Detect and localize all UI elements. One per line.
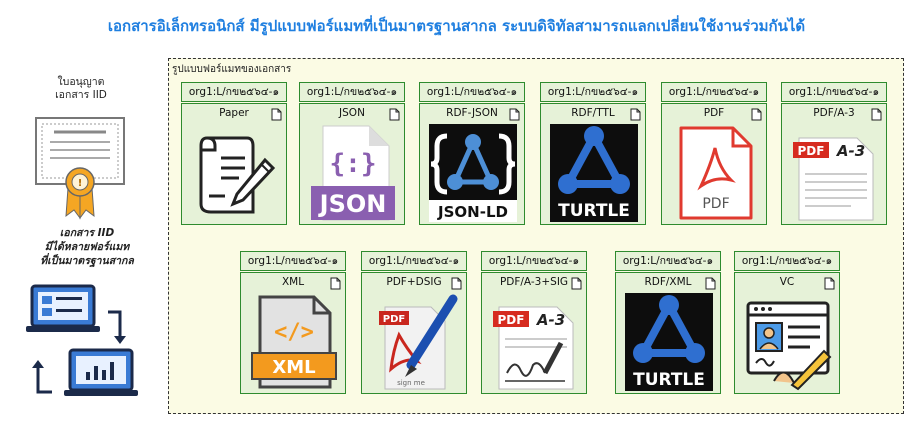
formats-caption-line2: มีได้หลายฟอร์แมท	[44, 241, 130, 253]
format-card: org1:L/กข๒๕๖๔-๑ PDF+DSIG PDF sign me	[361, 251, 467, 394]
document-id-tag: org1:L/กข๒๕๖๔-๑	[661, 82, 767, 102]
turtle-logo: TURTLE	[550, 124, 638, 222]
document-id-tag: org1:L/กข๒๕๖๔-๑	[615, 251, 721, 271]
certificate-icon: !	[35, 117, 125, 220]
format-card-body: RDF/TTL TURTLE	[540, 103, 646, 225]
svg-text:sign me: sign me	[397, 379, 425, 387]
logo-text: JSON-LD	[437, 203, 508, 221]
logo-text: TURTLE	[633, 370, 705, 390]
document-id-tag: org1:L/กข๒๕๖๔-๑	[361, 251, 467, 271]
format-card-body: PDF PDF	[661, 103, 767, 225]
json-ld-logo: JSON-LD	[429, 124, 517, 222]
turtle-logo: TURTLE	[625, 293, 713, 391]
document-icon	[509, 108, 520, 121]
pdf-file-icon: PDF	[671, 124, 759, 222]
document-icon	[389, 108, 400, 121]
document-icon	[571, 277, 582, 290]
document-id-tag: org1:L/กข๒๕๖๔-๑	[181, 82, 287, 102]
document-icon	[630, 108, 641, 121]
panel-label: รูปแบบฟอร์แมทของเอกสาร	[172, 64, 292, 75]
format-card-body: PDF+DSIG PDF sign me	[361, 272, 467, 394]
formats-caption: เอกสาร IID มีได้หลายฟอร์แมท ที่เป็นมาตรฐ…	[22, 226, 152, 268]
svg-text:PDF: PDF	[498, 313, 525, 327]
xml-file-icon: </> XML	[250, 293, 338, 391]
svg-text:!: !	[78, 178, 83, 189]
format-card: org1:L/กข๒๕๖๔-๑ JSON {:} JSON	[299, 82, 405, 225]
document-icon	[751, 108, 762, 121]
formats-caption-line3: ที่เป็นมาตรฐานสากล	[40, 255, 134, 267]
svg-text:PDF: PDF	[798, 144, 825, 158]
format-card: org1:L/กข๒๕๖๔-๑ Paper	[181, 82, 287, 225]
format-card-body: VC	[734, 272, 840, 394]
document-id-tag: org1:L/กข๒๕๖๔-๑	[481, 251, 587, 271]
svg-text:A-3: A-3	[836, 142, 865, 160]
page-title: เอกสารอิเล็กทรอนิกส์ มีรูปแบบฟอร์แมทที่เ…	[107, 17, 806, 35]
license-caption-line1: ใบอนุญาต	[57, 76, 105, 88]
format-card-body: RDF-JSON JSON-LD	[419, 103, 525, 225]
format-card-body: RDF/XML TURTLE	[615, 272, 721, 394]
format-card-body: JSON {:} JSON	[299, 103, 405, 225]
svg-text:A-3: A-3	[536, 311, 565, 329]
svg-text:JSON: JSON	[318, 190, 387, 218]
document-id-tag: org1:L/กข๒๕๖๔-๑	[240, 251, 346, 271]
document-id-tag: org1:L/กข๒๕๖๔-๑	[781, 82, 887, 102]
document-icon	[271, 108, 282, 121]
json-file-icon: {:} JSON	[309, 124, 397, 222]
pdf-a3-icon: PDF A-3	[791, 124, 879, 222]
document-id-tag: org1:L/กข๒๕๖๔-๑	[419, 82, 525, 102]
format-card: org1:L/กข๒๕๖๔-๑ PDF/A-3 PDF A-3	[781, 82, 887, 225]
data-exchange-icon	[26, 284, 138, 396]
format-card: org1:L/กข๒๕๖๔-๑ PDF PDF	[661, 82, 767, 225]
format-card-body: Paper	[181, 103, 287, 225]
svg-text:</>: </>	[274, 320, 314, 345]
logo-text: XML	[272, 357, 315, 378]
document-id-tag: org1:L/กข๒๕๖๔-๑	[299, 82, 405, 102]
format-card-body: PDF/A-3 PDF A-3	[781, 103, 887, 225]
logo-text: TURTLE	[558, 201, 630, 221]
format-card: org1:L/กข๒๕๖๔-๑ XML </> XML	[240, 251, 346, 394]
license-caption: ใบอนุญาต เอกสาร IID	[46, 76, 116, 102]
document-icon	[871, 108, 882, 121]
paper-pen-icon	[191, 124, 279, 222]
logo-text: PDF	[702, 196, 729, 212]
document-id-tag: org1:L/กข๒๕๖๔-๑	[540, 82, 646, 102]
document-icon	[451, 277, 462, 290]
format-card: org1:L/กข๒๕๖๔-๑ RDF-JSON JSON-LD	[419, 82, 525, 225]
format-card: org1:L/กข๒๕๖๔-๑ RDF/XML TURTLE	[615, 251, 721, 394]
document-icon	[824, 277, 835, 290]
verifiable-credential-icon	[744, 293, 832, 391]
license-caption-line2: เอกสาร IID	[55, 89, 107, 101]
format-card-body: XML </> XML	[240, 272, 346, 394]
svg-text:{:}: {:}	[330, 149, 377, 179]
pdf-a3-sign-icon: PDF A-3	[491, 293, 579, 391]
formats-caption-line1: เอกสาร IID	[59, 227, 115, 239]
document-id-tag: org1:L/กข๒๕๖๔-๑	[734, 251, 840, 271]
format-card: org1:L/กข๒๕๖๔-๑ PDF/A-3+SIG PDF A-3	[481, 251, 587, 394]
pdf-signature-icon: PDF sign me	[371, 293, 459, 391]
format-card-body: PDF/A-3+SIG PDF A-3	[481, 272, 587, 394]
format-card: org1:L/กข๒๕๖๔-๑ VC	[734, 251, 840, 394]
logo-text: PDF	[383, 314, 405, 325]
document-icon	[330, 277, 341, 290]
format-card: org1:L/กข๒๕๖๔-๑ RDF/TTL TURTLE	[540, 82, 646, 225]
document-icon	[705, 277, 716, 290]
